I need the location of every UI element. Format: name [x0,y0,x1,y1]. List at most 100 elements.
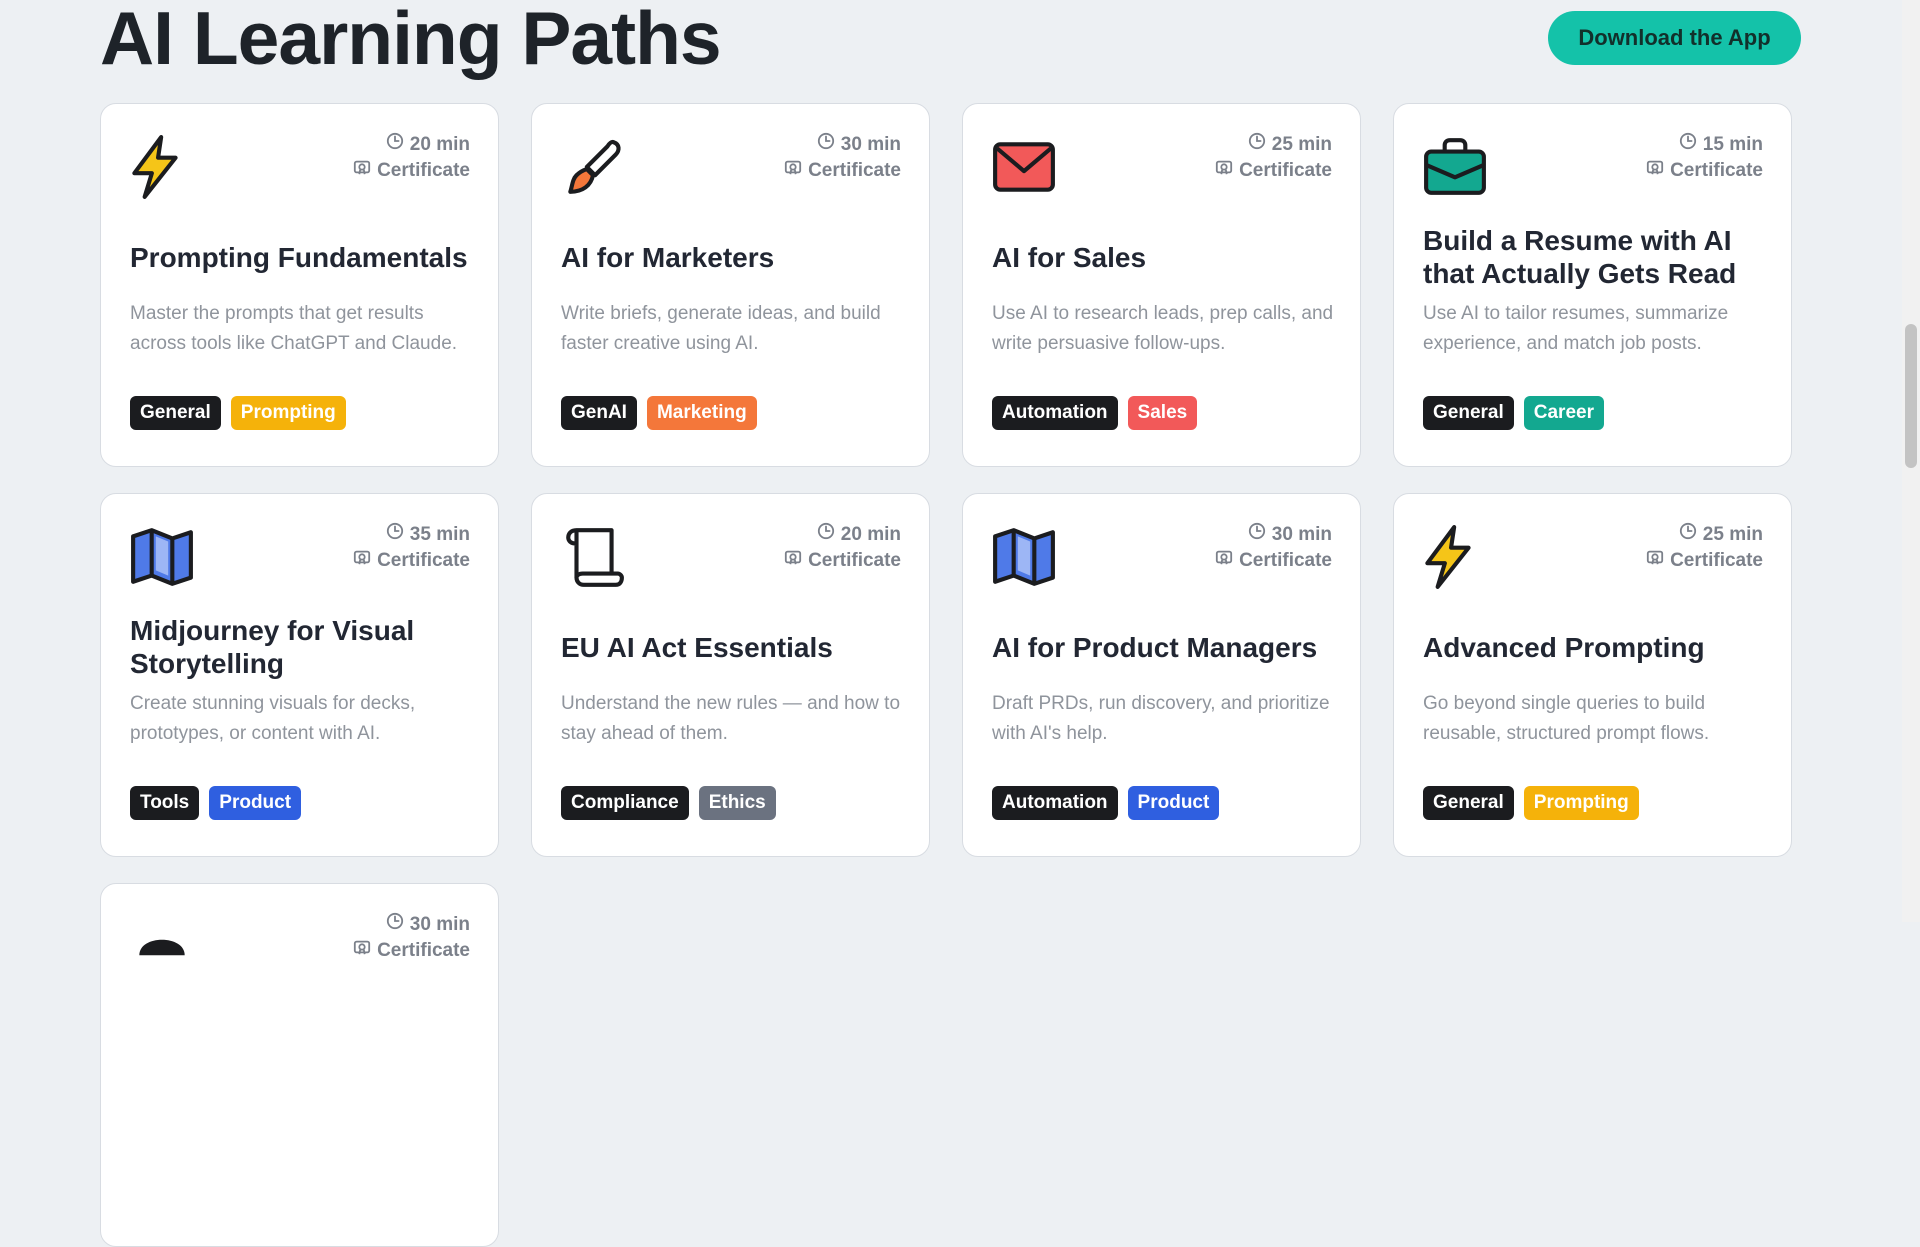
tag-badge[interactable]: Automation [992,396,1118,430]
card-tags: General Career [1423,396,1604,430]
learning-path-card[interactable]: 30 min Certificate AI for Marketers Write b… [531,103,930,467]
learning-path-card[interactable]: 30 min Certificate [100,883,499,1247]
clock-icon [386,522,404,548]
card-duration: 30 min [1271,524,1332,545]
certificate-icon [353,938,371,964]
briefcase-icon [1422,134,1488,200]
certificate-icon [353,158,371,184]
tag-badge[interactable]: Compliance [561,786,689,820]
card-title: AI for Sales [992,242,1147,273]
certificate-icon [1646,158,1664,184]
clock-icon [1248,522,1266,548]
envelope-icon [991,134,1057,200]
card-duration: 20 min [840,524,901,545]
clock-icon [1679,132,1697,158]
card-duration: 25 min [1271,134,1332,155]
card-duration: 30 min [840,134,901,155]
page-title: AI Learning Paths [100,0,722,80]
card-meta: 25 min Certificate [1646,522,1763,574]
tag-badge[interactable]: Prompting [1523,786,1639,820]
tag-badge[interactable]: Tools [130,786,200,820]
tag-badge[interactable]: GenAI [561,396,637,430]
card-title: AI for Marketers [561,242,775,273]
certificate-icon [784,158,802,184]
tag-badge[interactable]: General [1423,396,1514,430]
card-certificate-label: Certificate [1670,550,1763,571]
download-app-button[interactable]: Download the App [1548,11,1801,65]
card-duration: 35 min [409,524,470,545]
card-title: AI for Product Managers [992,632,1318,663]
card-certificate-label: Certificate [808,160,901,181]
card-certificate-label: Certificate [1239,550,1332,571]
partial-icon [129,914,195,980]
card-title: Prompting Fundamentals [130,242,468,273]
card-title: Midjourney for Visual Storytelling [130,615,415,679]
card-duration: 25 min [1702,524,1763,545]
card-certificate-label: Certificate [377,550,470,571]
card-certificate-label: Certificate [808,550,901,571]
card-description: Use AI to tailor resumes, summarize expe… [1423,303,1729,354]
card-duration: 20 min [409,134,470,155]
tag-badge[interactable]: Ethics [698,786,776,820]
card-duration: 15 min [1702,134,1763,155]
card-tags: General Prompting [130,396,346,430]
certificate-icon [784,548,802,574]
card-certificate-label: Certificate [377,940,470,961]
tag-badge[interactable]: Product [1127,786,1220,820]
card-tags: Automation Sales [992,396,1198,430]
certificate-icon [1215,158,1233,184]
certificate-icon [353,548,371,574]
clock-icon [817,522,835,548]
card-meta: 20 min Certificate [353,132,470,184]
tag-badge[interactable]: General [130,396,221,430]
learning-path-card[interactable]: 20 min Certificate Prompting Fundamentals M… [100,103,499,467]
tag-badge[interactable]: Career [1523,396,1604,430]
lightning-icon [123,134,189,200]
learning-path-card[interactable]: 15 min Certificate Build a Resume with AI … [1393,103,1792,467]
certificate-icon [1646,548,1664,574]
card-certificate-label: Certificate [1670,160,1763,181]
card-description: Create stunning visuals for decks, proto… [130,693,416,744]
scrollbar-thumb[interactable] [1905,324,1917,468]
card-meta: 25 min Certificate [1215,132,1332,184]
card-certificate-label: Certificate [1239,160,1332,181]
learning-path-card[interactable]: 25 min Certificate AI for Sales Use AI to r… [962,103,1361,467]
card-meta: 30 min Certificate [353,912,470,964]
card-meta: 35 min Certificate [353,522,470,574]
card-title: EU AI Act Essentials [561,632,833,663]
card-tags: Automation Product [992,786,1220,820]
card-description: Use AI to research leads, prep calls, an… [992,303,1334,354]
scroll-icon [560,524,626,590]
learning-path-card[interactable]: 25 min Certificate Advanced Prompting Go be… [1393,493,1792,857]
clock-icon [1679,522,1697,548]
tag-badge[interactable]: General [1423,786,1514,820]
card-tags: General Prompting [1423,786,1639,820]
card-certificate-label: Certificate [377,160,470,181]
learning-path-card[interactable]: 35 min Certificate Midjourney for Visual S… [100,493,499,857]
tag-badge[interactable]: Product [209,786,302,820]
card-description: Draft PRDs, run discovery, and prioritiz… [992,693,1330,744]
card-tags: GenAI Marketing [561,396,757,430]
lightning-icon [1416,524,1482,590]
map-icon [991,524,1057,590]
clock-icon [1248,132,1266,158]
certificate-icon [1215,548,1233,574]
card-tags: Tools Product [130,786,302,820]
card-description: Understand the new rules — and how to st… [561,693,901,744]
card-tags: Compliance Ethics [561,786,776,820]
clock-icon [386,912,404,938]
map-icon [129,524,195,590]
tag-badge[interactable]: Sales [1127,396,1198,430]
tag-badge[interactable]: Prompting [230,396,346,430]
clock-icon [817,132,835,158]
tag-badge[interactable]: Marketing [646,396,757,430]
learning-path-card[interactable]: 30 min Certificate AI for Product Managers… [962,493,1361,857]
card-title: Advanced Prompting [1423,632,1705,663]
card-meta: 15 min Certificate [1646,132,1763,184]
tag-badge[interactable]: Automation [992,786,1118,820]
card-meta: 20 min Certificate [784,522,901,574]
card-description: Go beyond single queries to build reusab… [1423,693,1710,744]
clock-icon [386,132,404,158]
card-duration: 30 min [409,914,470,935]
learning-path-card[interactable]: 20 min Certificate EU AI Act Essentials Und… [531,493,930,857]
